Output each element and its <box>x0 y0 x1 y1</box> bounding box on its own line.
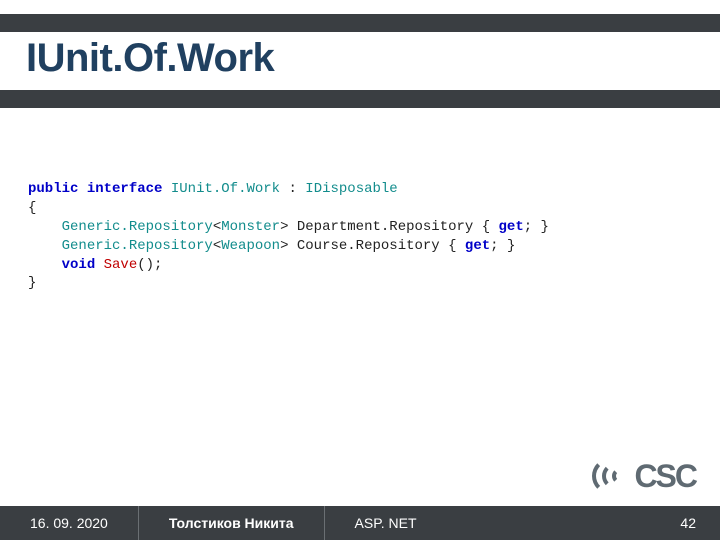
code-type: Generic.Repository <box>62 219 213 235</box>
logo-text: CSC <box>634 458 696 495</box>
code-indent <box>28 257 62 273</box>
code-indent <box>28 238 62 254</box>
code-type: Generic.Repository <box>62 238 213 254</box>
top-bar <box>0 14 720 32</box>
code-type: IDisposable <box>305 181 397 197</box>
code-space <box>95 257 103 273</box>
code-method: Save <box>104 257 138 273</box>
title-underline <box>0 90 720 108</box>
code-type: Monster <box>221 219 280 235</box>
code-punct: < <box>213 238 221 254</box>
footer-divider <box>138 506 139 540</box>
code-keyword: public <box>28 181 78 197</box>
code-punct: : <box>280 181 305 197</box>
code-punct: > <box>280 219 297 235</box>
code-keyword: void <box>62 257 96 273</box>
code-keyword: get <box>465 238 490 254</box>
footer-author: Толстиков Никита <box>139 515 324 531</box>
footer-divider <box>324 506 325 540</box>
code-brace: } <box>28 275 36 291</box>
code-type: IUnit.Of.Work <box>171 181 280 197</box>
logo: CSC <box>590 456 696 496</box>
code-punct: ; } <box>524 219 549 235</box>
code-punct: > <box>280 238 297 254</box>
code-punct: < <box>213 219 221 235</box>
footer-date: 16. 09. 2020 <box>0 515 138 531</box>
footer-topic: ASP. NET <box>325 515 447 531</box>
code-brace: { <box>28 200 36 216</box>
code-keyword: get <box>499 219 524 235</box>
footer-bar: 16. 09. 2020 Толстиков Никита ASP. NET 4… <box>0 506 720 540</box>
code-keyword: interface <box>87 181 163 197</box>
logo-icon <box>590 456 630 496</box>
code-punct: (); <box>137 257 162 273</box>
footer-page-number: 42 <box>680 515 720 531</box>
title-region: IUnit.Of.Work <box>0 32 720 87</box>
code-punct: ; } <box>490 238 515 254</box>
slide-title: IUnit.Of.Work <box>26 36 694 81</box>
code-punct: { <box>473 219 498 235</box>
slide: IUnit.Of.Work public interface IUnit.Of.… <box>0 0 720 540</box>
code-property: Course.Repository <box>297 238 440 254</box>
code-block: public interface IUnit.Of.Work : IDispos… <box>28 180 692 293</box>
code-type: Weapoon <box>221 238 280 254</box>
code-indent <box>28 219 62 235</box>
code-property: Department.Repository <box>297 219 473 235</box>
code-punct: { <box>440 238 465 254</box>
